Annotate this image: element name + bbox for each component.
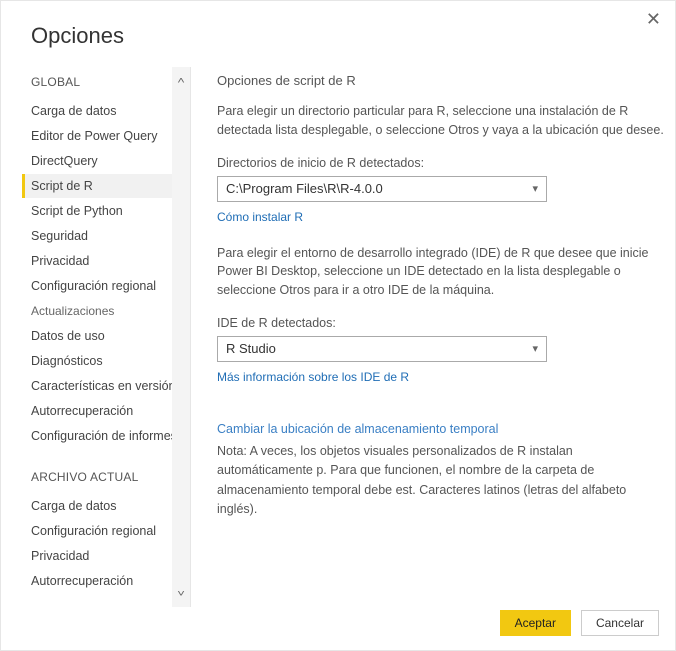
main-panel: Opciones de script de R Para elegir un d…: [191, 67, 675, 607]
section-header: ARCHIVO ACTUAL: [31, 470, 172, 484]
sidebar-item[interactable]: Script de Python: [25, 199, 172, 223]
r-directory-label: Directorios de inicio de R detectados:: [217, 156, 665, 170]
install-r-link[interactable]: Cómo instalar R: [217, 210, 303, 224]
sidebar-item[interactable]: Actualizaciones: [25, 299, 172, 323]
r-ide-label: IDE de R detectados:: [217, 316, 665, 330]
panel-title: Opciones de script de R: [217, 73, 665, 88]
content: GLOBALCarga de datosEditor de Power Quer…: [1, 67, 675, 607]
sidebar-item[interactable]: Autorrecuperación: [25, 399, 172, 423]
intro-text: Para elegir un directorio particular par…: [217, 102, 665, 140]
sidebar-item[interactable]: Autorrecuperación: [25, 569, 172, 593]
r-ide-value: R Studio: [226, 341, 276, 356]
note-text: Nota: A veces, los objetos visuales pers…: [217, 442, 665, 520]
sidebar-item[interactable]: Datos de uso: [25, 324, 172, 348]
sidebar-item[interactable]: Diagnósticos: [25, 349, 172, 373]
section-header: GLOBAL: [31, 75, 172, 89]
sidebar-wrap: GLOBALCarga de datosEditor de Power Quer…: [1, 67, 191, 607]
sidebar-item[interactable]: Carga de datos: [25, 494, 172, 518]
r-directory-value: C:\Program Files\R\R-4.0.0: [226, 181, 383, 196]
sidebar-item[interactable]: Editor de Power Query: [25, 124, 172, 148]
sidebar-item[interactable]: Carga de datos: [25, 99, 172, 123]
sidebar-item[interactable]: DirectQuery: [25, 149, 172, 173]
ide-info-link[interactable]: Más información sobre los IDE de R: [217, 370, 409, 384]
close-button[interactable]: ✕: [646, 9, 661, 30]
temp-storage-link[interactable]: Cambiar la ubicación de almacenamiento t…: [217, 422, 665, 436]
ide-intro-text: Para elegir el entorno de desarrollo int…: [217, 244, 665, 300]
scrollbar[interactable]: ˄ ˅: [172, 67, 190, 607]
r-directory-select[interactable]: C:\Program Files\R\R-4.0.0 ▾: [217, 176, 547, 202]
sidebar-item[interactable]: Privacidad: [25, 544, 172, 568]
sidebar-item[interactable]: Configuración regional: [25, 519, 172, 543]
scroll-down-icon[interactable]: ˅: [177, 588, 185, 599]
sidebar-item[interactable]: Privacidad: [25, 249, 172, 273]
sidebar-item[interactable]: Configuración de informes: [25, 424, 172, 448]
chevron-down-icon: ▾: [532, 182, 538, 195]
close-icon: ✕: [646, 9, 661, 29]
sidebar-item[interactable]: Seguridad: [25, 224, 172, 248]
sidebar-item[interactable]: Configuración regional: [25, 274, 172, 298]
ok-button[interactable]: Aceptar: [500, 610, 571, 636]
chevron-down-icon: ▾: [532, 342, 538, 355]
sidebar: GLOBALCarga de datosEditor de Power Quer…: [1, 67, 172, 607]
cancel-button[interactable]: Cancelar: [581, 610, 659, 636]
sidebar-item[interactable]: Características en versión preliminar: [25, 374, 172, 398]
scroll-up-icon[interactable]: ˄: [177, 75, 185, 86]
sidebar-item[interactable]: Script de R: [22, 174, 172, 198]
dialog-footer: Aceptar Cancelar: [500, 610, 659, 636]
dialog-title: Opciones: [1, 1, 675, 49]
r-ide-select[interactable]: R Studio ▾: [217, 336, 547, 362]
